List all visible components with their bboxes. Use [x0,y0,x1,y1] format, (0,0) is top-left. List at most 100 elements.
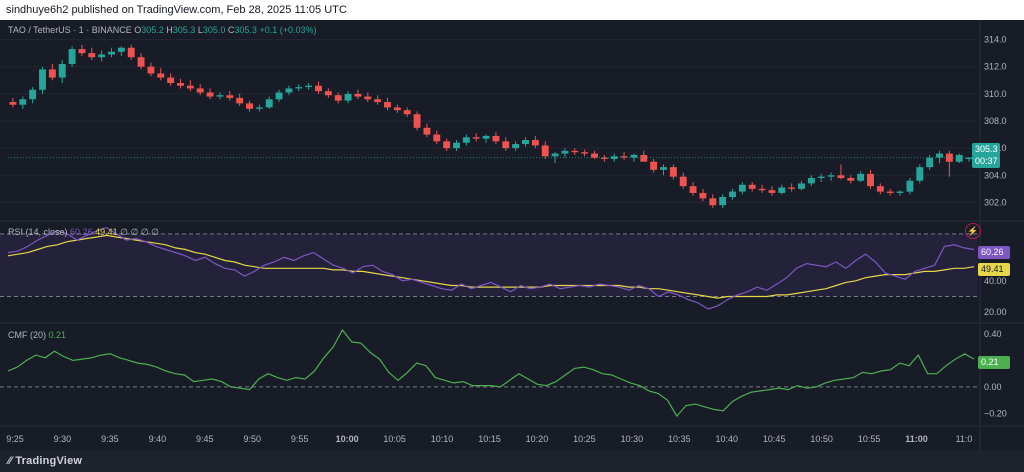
candle-body [19,99,27,105]
candle-body [29,89,37,100]
candle-body [108,51,115,55]
candle-body [443,141,451,149]
rsi-tag: 60.26 [978,246,1010,259]
candle-body [265,99,273,108]
candle-body [305,85,313,88]
candle-body [384,102,391,108]
time-tick-label: 9:30 [54,434,72,444]
candle-body [551,153,559,157]
price-tick-label: 304.0 [984,170,1007,180]
cmf-legend: CMF (20) 0.21 [8,330,66,340]
candle-body [906,180,914,192]
candle-body [502,141,510,149]
candle-body [758,188,766,191]
candle-body [729,191,736,197]
candle-body [541,145,549,157]
candle-body [315,85,322,92]
candle-body [817,176,825,178]
cmf-tag: 0.21 [978,356,1010,369]
candle-body [285,88,293,93]
candle-body [334,95,342,101]
candle-body [945,153,953,162]
candle-body [650,161,658,170]
time-tick-label: 9:50 [243,434,261,444]
candle-body [482,135,490,139]
candle-body [206,92,214,97]
candle-body [275,92,283,100]
candle-body [571,150,579,153]
candle-body [709,198,717,206]
candle-body [246,103,253,109]
candle-body [453,142,460,149]
rsi-value: 60.26 [70,227,93,237]
time-tick-label: 9:35 [101,434,119,444]
rsi-tick-label: 20.00 [984,307,1007,317]
time-tick-label: 10:30 [621,434,644,444]
candle-body [807,178,815,184]
candle-body [591,153,598,158]
time-tick-label: 10:20 [526,434,549,444]
candle-body [216,95,224,97]
candle-body [926,157,934,168]
countdown-tag: 00:37 [972,155,1000,168]
candle-body [827,175,835,177]
candle-body [413,114,421,128]
candle-body [196,88,204,93]
candle-body [88,53,96,58]
change-value: +0.1 (+0.03%) [259,25,317,35]
lightning-icon[interactable]: ⚡ [965,223,981,239]
candle-body [9,102,17,105]
publish-bar: sindhuye6h2 published on TradingView.com… [0,0,1024,20]
candle-body [393,107,401,111]
low-value: 305.0 [202,25,226,35]
rsi-legend: RSI (14, close) 60.26 49.41 ∅ ∅ ∅ ∅ [8,227,159,238]
published-text: sindhuye6h2 published on TradingView.com… [6,4,347,16]
cmf-tick-label: −0.20 [984,408,1007,418]
candle-body [630,154,638,158]
candle-body [867,173,874,187]
candle-body [354,93,362,97]
candle-body [167,77,175,83]
price-tick-label: 308.0 [984,116,1007,126]
rsi-ma-value: 49.41 [95,227,118,237]
candle-body [876,186,884,192]
candle-body [837,175,845,178]
time-tick-label: 10:45 [763,434,786,444]
time-tick-label: 9:25 [6,434,24,444]
candle-body [847,178,855,181]
time-tick-label: 10:00 [336,434,359,444]
candle-body [522,140,529,145]
candle-body [462,137,470,143]
cmf-tag-value: 0.21 [981,357,999,367]
close-value: 305.3 [234,25,257,35]
high-value: 305.3 [172,25,196,35]
candle-body [798,183,805,189]
candle-body [433,134,441,142]
candle-body [719,197,727,206]
cmf-line [7,328,975,418]
candle-body [58,64,66,78]
chart-area[interactable]: 302.0304.0306.0308.0310.0312.0314.020.00… [0,20,1024,450]
candle-body [295,87,303,89]
candle-body [344,93,352,101]
candle-body [669,167,677,177]
candle-body [374,99,382,102]
rsi-tick-label: 40.00 [984,276,1007,286]
candle-body [768,190,776,193]
candle-body [137,57,145,67]
candle-body [778,187,786,193]
candle-body [48,69,56,78]
tradingview-logo[interactable]: ⁄⁄ TradingView [8,455,82,467]
candle-body [147,66,155,74]
rsi-extra: ∅ ∅ ∅ ∅ [120,227,160,237]
open-value: 305.2 [141,25,164,35]
candle-body [600,157,608,159]
time-tick-label: 10:15 [478,434,501,444]
time-tick-label: 9:55 [291,434,309,444]
countdown-value: 00:37 [975,156,998,166]
cmf-value: 0.21 [48,330,67,340]
price-legend: TAO / TetherUS · 1 · BINANCE O305.2 H305… [8,25,316,35]
candle-body [857,173,865,181]
rsi-tag-value: 60.26 [981,247,1004,257]
price-tick-label: 310.0 [984,89,1007,99]
